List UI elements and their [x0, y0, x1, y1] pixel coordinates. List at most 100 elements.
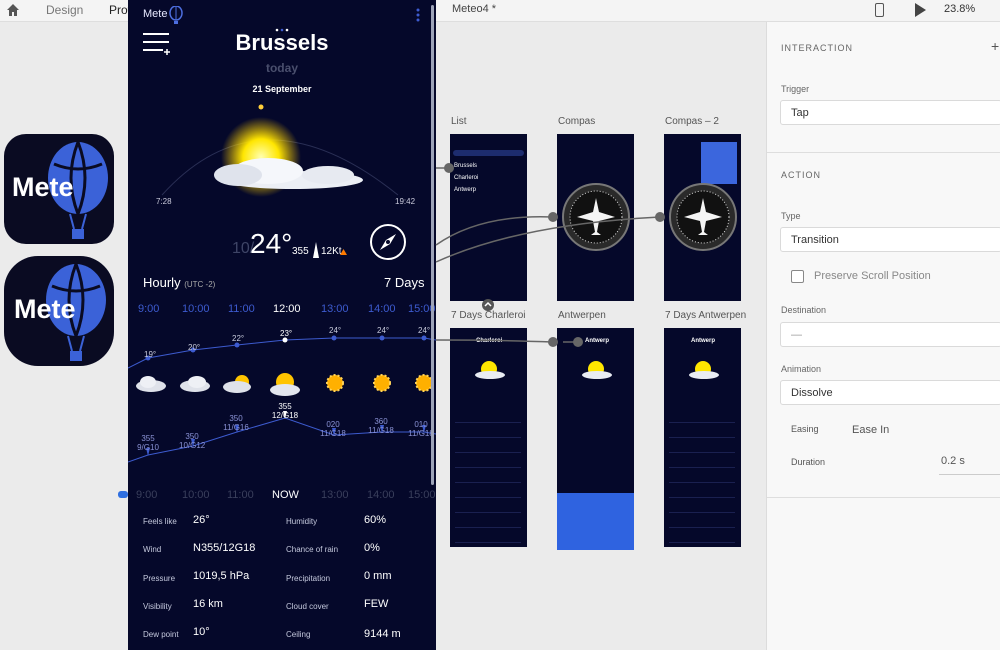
- wind-direction: 355: [292, 246, 309, 257]
- forecast-list: [669, 408, 735, 543]
- temp-label: 20°: [188, 343, 201, 352]
- sun-icon: [689, 361, 719, 379]
- divider: [767, 497, 1000, 498]
- detail-label-cloud-cover: Cloud cover: [286, 602, 329, 611]
- artboard-7days-charleroi[interactable]: Charleroi: [450, 328, 527, 547]
- temp-label: 23°: [280, 329, 293, 338]
- city-name: Brussels: [235, 30, 329, 55]
- compass-icon[interactable]: [368, 222, 408, 262]
- hour-label: 9:00: [136, 489, 158, 501]
- hourly-temperature-line: [128, 335, 436, 369]
- sun-icon: [475, 361, 505, 379]
- wind-label: 350 10/G12: [179, 432, 206, 450]
- scrollbar[interactable]: [431, 5, 434, 485]
- detail-value-wind: N355/12G18: [193, 542, 256, 554]
- sunset-time: 19:42: [395, 197, 416, 206]
- list-item[interactable]: Antwerp: [454, 187, 476, 193]
- balloon-icon: [169, 6, 183, 24]
- temp-point: [421, 335, 427, 341]
- preserve-scroll-checkbox[interactable]: [791, 270, 804, 283]
- hour-label: 11:00: [228, 303, 255, 315]
- animation-select[interactable]: Dissolve: [780, 380, 1000, 405]
- attitude-compass-icon: [562, 183, 630, 251]
- add-interaction-icon[interactable]: +: [991, 38, 999, 54]
- brand-logo: Mete: [143, 8, 168, 20]
- artboard-compas[interactable]: [557, 134, 634, 301]
- artboard-list[interactable]: Brussels Charleroi Antwerp: [450, 134, 527, 301]
- device-preview-icon[interactable]: [875, 3, 884, 17]
- detail-label-chance-of-rain: Chance of rain: [286, 545, 339, 554]
- zoom-level[interactable]: 23.8%: [944, 3, 975, 15]
- utc-offset: (UTC -2): [184, 280, 216, 289]
- type-select[interactable]: Transition: [780, 227, 1000, 252]
- list-item[interactable]: Charleroi: [454, 175, 478, 181]
- metar-panel: [557, 493, 634, 550]
- wind-label: 350 11/G16: [223, 414, 249, 432]
- forecast-list: [455, 408, 521, 543]
- artboard-label-list[interactable]: List: [451, 116, 467, 127]
- app-icon-text: Mete: [12, 172, 74, 202]
- partly-cloudy-icon: [223, 375, 251, 393]
- detail-label-feels-like: Feels like: [143, 517, 177, 526]
- detail-value-pressure: 1019,5 hPa: [193, 570, 250, 582]
- hour-label: 10:00: [182, 303, 210, 315]
- play-icon[interactable]: [915, 3, 926, 17]
- temp-current: 24°: [250, 228, 293, 259]
- action-section-title: ACTION: [781, 170, 822, 180]
- detail-value-cloud-cover: FEW: [364, 598, 389, 610]
- detail-value-ceiling: 9144 m: [364, 628, 401, 640]
- list-item[interactable]: Brussels: [454, 163, 477, 169]
- easing-select[interactable]: Ease In: [852, 424, 889, 436]
- detail-label-dew-point: Dew point: [143, 630, 179, 639]
- artboard-7days-antwerpen[interactable]: Antwerp: [664, 328, 741, 547]
- artboard-label-7days-antwerpen[interactable]: 7 Days Antwerpen: [665, 310, 746, 321]
- trigger-select[interactable]: Tap: [780, 100, 1000, 125]
- hour-label: 15:00: [408, 489, 436, 501]
- artboard-label-compas[interactable]: Compas: [558, 116, 595, 127]
- seven-days-link[interactable]: 7 Days: [384, 275, 424, 290]
- detail-value-chance-of-rain: 0%: [364, 542, 380, 554]
- now-label: NOW: [272, 489, 299, 501]
- artboard-label-compas-2[interactable]: Compas – 2: [665, 116, 719, 127]
- app-icon-android[interactable]: Mete: [4, 256, 114, 366]
- destination-select[interactable]: —: [780, 322, 1000, 347]
- hourly-header[interactable]: Hourly (UTC -2): [143, 275, 215, 290]
- wind-label-current: 355 12/G18: [271, 402, 299, 420]
- wind-speed: 12Kt: [321, 246, 342, 257]
- temp-label: 24°: [418, 326, 431, 335]
- sun-path-chart: [161, 104, 399, 197]
- selection-handle[interactable]: [118, 491, 128, 498]
- temp-label: 24°: [329, 326, 342, 335]
- home-icon[interactable]: [6, 3, 20, 17]
- detail-value-humidity: 60%: [364, 514, 387, 526]
- mini-city: Antwerp: [585, 338, 609, 344]
- sun-icon: [326, 374, 344, 392]
- duration-input[interactable]: 0.2 s: [941, 455, 965, 467]
- app-icon-ios[interactable]: Mete: [4, 134, 114, 244]
- day-label: today: [265, 61, 298, 75]
- mini-city: Charleroi: [476, 338, 503, 344]
- wind-warning-icon: [340, 249, 347, 255]
- mini-city: Antwerp: [691, 338, 715, 344]
- artboard-antwerpen[interactable]: Antwerp: [557, 328, 634, 550]
- hour-label: 14:00: [368, 303, 396, 315]
- list-highlight: [453, 150, 524, 156]
- detail-value-precipitation: 0 mm: [364, 570, 392, 582]
- tab-design[interactable]: Design: [46, 3, 83, 17]
- main-artboard[interactable]: Mete Brussels today 21 September 7:28 19…: [128, 0, 436, 650]
- app-icon-text: Mete: [14, 294, 76, 324]
- type-label: Type: [781, 211, 801, 221]
- preserve-scroll-label: Preserve Scroll Position: [814, 270, 931, 282]
- more-options-icon[interactable]: [416, 8, 420, 22]
- temp-point: [331, 335, 337, 341]
- hour-label: 9:00: [138, 303, 160, 315]
- hour-label: 11:00: [227, 489, 254, 501]
- artboard-label-7days-charleroi[interactable]: 7 Days Charleroi: [451, 310, 525, 321]
- artboard-compas-2[interactable]: [664, 134, 741, 301]
- hour-label: 13:00: [321, 303, 349, 315]
- easing-label: Easing: [791, 424, 819, 434]
- artboard-label-antwerpen[interactable]: Antwerpen: [558, 310, 606, 321]
- temp-point-current: [282, 337, 288, 343]
- interaction-section-title: INTERACTION: [781, 43, 854, 53]
- animation-label: Animation: [781, 364, 822, 374]
